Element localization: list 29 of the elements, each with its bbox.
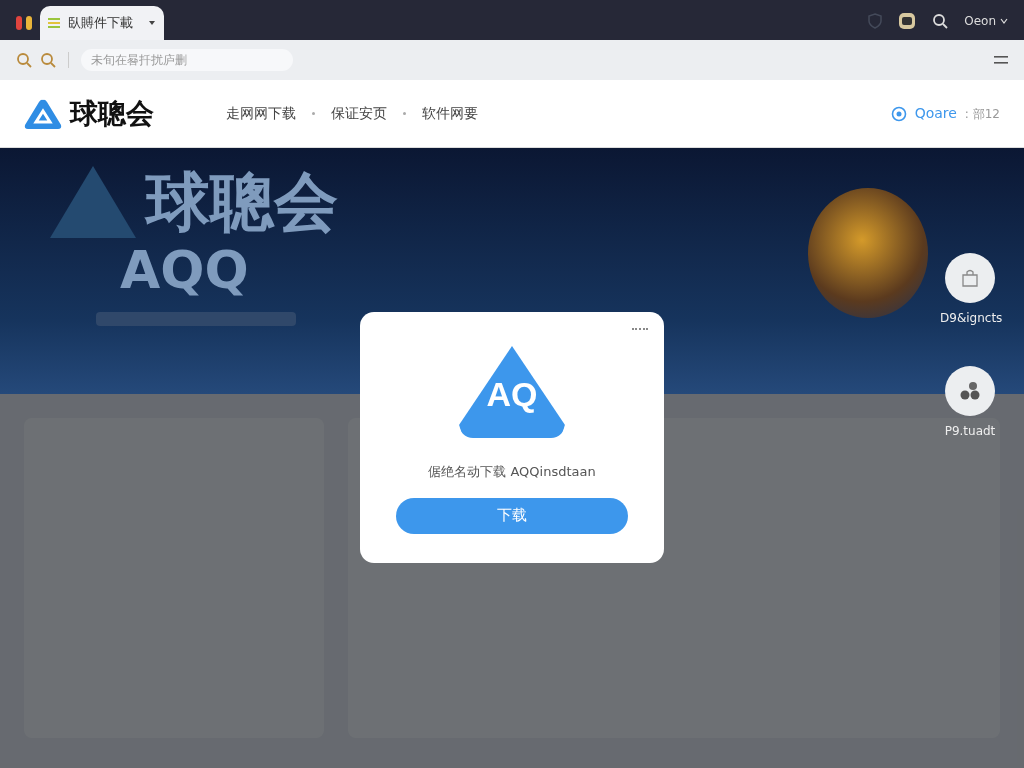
account-name[interactable]: Oeon [964, 12, 996, 30]
logo-icon [24, 97, 62, 130]
menu-icon[interactable] [994, 55, 1008, 65]
window-close-control[interactable] [16, 16, 22, 30]
browser-tab[interactable]: 臥賻件下載 [40, 6, 164, 40]
chevron-down-icon[interactable] [1000, 18, 1008, 24]
app-logo: AQ [459, 346, 565, 438]
profile-icon[interactable] [898, 12, 917, 30]
window-minimize-control[interactable] [26, 16, 32, 30]
side-action-label: D9&igncts [940, 310, 1000, 327]
search-icon[interactable] [932, 13, 949, 29]
dropdown-icon[interactable] [148, 19, 156, 27]
nav-link[interactable]: 软件网要 [422, 103, 478, 124]
modal-message: 倨绝名动下载 AQQinsdtaan [428, 463, 596, 481]
hero-subtitle: AQQ [119, 244, 250, 296]
site-logo-text: 球聰会 [70, 95, 154, 132]
user-icon [890, 105, 907, 122]
side-action-label: P9.tuadt [943, 423, 997, 440]
cluster-icon [959, 381, 981, 401]
page-icon [48, 18, 60, 28]
address-field[interactable]: 未旬在晷扦扰庐删 [81, 49, 293, 71]
header-extra-text: : 部12 [964, 105, 1000, 123]
side-action-button[interactable] [945, 366, 995, 416]
nav-link[interactable]: 走网网下载 [226, 103, 296, 124]
hero-title: 球聰会 [146, 170, 338, 234]
hero-logo-icon [48, 164, 138, 240]
bag-icon [960, 268, 980, 288]
nav-link[interactable]: 保证安页 [331, 103, 387, 124]
tab-title: 臥賻件下載 [68, 14, 134, 33]
